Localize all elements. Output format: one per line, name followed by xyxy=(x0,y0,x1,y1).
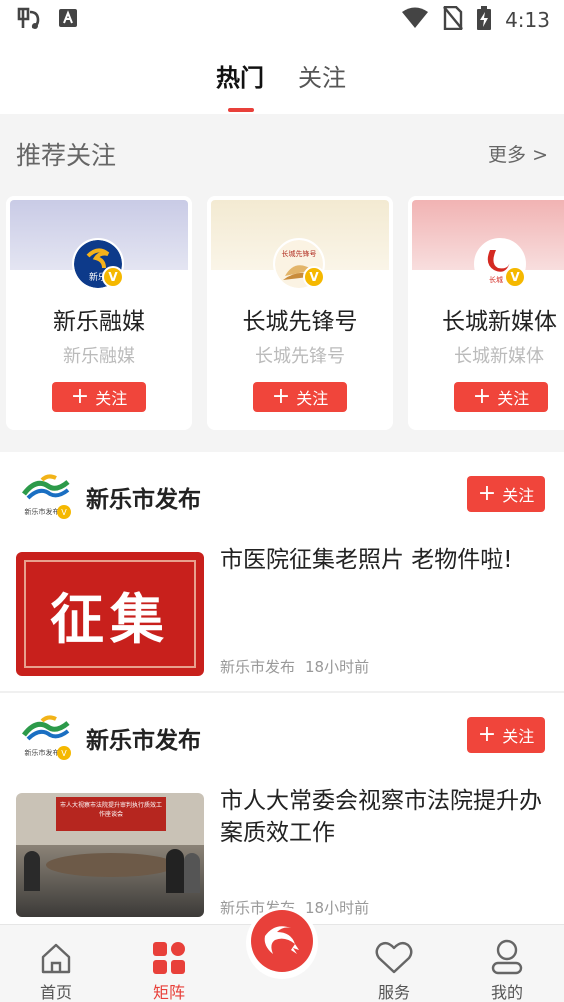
tab-hot[interactable]: 热门 xyxy=(216,58,264,93)
status-time: 4:13 xyxy=(505,8,550,32)
nav-center[interactable] xyxy=(246,907,318,979)
follow-label: 关注 xyxy=(502,727,535,746)
plus-icon: + xyxy=(477,722,497,747)
nav-service[interactable]: 服务 xyxy=(354,933,434,1002)
nav-matrix[interactable]: 矩阵 xyxy=(129,933,209,1002)
follow-button[interactable]: + 关注 xyxy=(454,382,548,412)
app-notification-icon xyxy=(16,6,42,34)
source-name[interactable]: 新乐市发布 xyxy=(86,480,201,514)
svg-text:V: V xyxy=(61,508,67,517)
status-bar: 4:13 xyxy=(0,0,564,40)
svg-text:长城先锋号: 长城先锋号 xyxy=(282,249,317,258)
source-logo: 新乐市发布 V xyxy=(22,713,72,760)
tab-follow[interactable]: 关注 xyxy=(298,58,346,93)
nav-label: 我的 xyxy=(490,983,523,1002)
accessibility-icon xyxy=(58,8,78,32)
follow-button[interactable]: + 关注 xyxy=(467,717,545,753)
nav-home[interactable]: 首页 xyxy=(16,933,96,1002)
center-logo-icon xyxy=(251,910,313,976)
follow-button[interactable]: + 关注 xyxy=(467,476,545,512)
recommend-card[interactable]: 新乐 V 新乐融媒 新乐融媒 + 关注 xyxy=(6,196,192,430)
plus-icon: + xyxy=(477,481,497,506)
follow-button[interactable]: + 关注 xyxy=(52,382,146,412)
battery-charging-icon xyxy=(477,6,492,34)
article-thumbnail[interactable]: 市人大视察市法院提升审判执行质效工作座谈会 xyxy=(16,793,204,917)
recommend-card[interactable]: 长城 V 长城新媒体 长城新媒体 + 关注 xyxy=(408,196,564,430)
source-name[interactable]: 新乐市发布 xyxy=(86,721,201,755)
home-icon xyxy=(16,933,96,975)
thumbnail-text: 征集 xyxy=(50,586,170,651)
verified-badge: V xyxy=(504,266,526,288)
bottom-nav: 首页 矩阵 服务 我的 xyxy=(0,907,564,1002)
recommend-section: 推荐关注 更多 > 新乐 V 新乐融媒 新乐融媒 + 关注 长城先锋号 V 长城… xyxy=(0,114,564,452)
meta-time: 18小时前 xyxy=(305,658,370,676)
article-headline[interactable]: 市医院征集老照片 老物件啦! xyxy=(220,544,550,576)
follow-label: 关注 xyxy=(296,389,329,408)
tab-indicator xyxy=(228,108,254,112)
svg-text:长城: 长城 xyxy=(489,275,503,284)
more-link[interactable]: 更多 > xyxy=(488,140,548,167)
card-name: 新乐融媒 xyxy=(53,309,145,335)
meta-source: 新乐市发布 xyxy=(220,658,296,676)
follow-button[interactable]: + 关注 xyxy=(253,382,347,412)
plus-icon: + xyxy=(70,384,90,409)
article-meta: 新乐市发布 18小时前 xyxy=(220,656,369,677)
nav-label: 首页 xyxy=(39,983,72,1002)
svg-text:新乐市发布: 新乐市发布 xyxy=(25,748,60,757)
card-name: 长城先锋号 xyxy=(242,309,358,335)
card-subtitle: 新乐融媒 xyxy=(63,346,135,367)
recommend-card[interactable]: 长城先锋号 V 长城先锋号 长城先锋号 + 关注 xyxy=(207,196,393,430)
source-logo: 新乐市发布 V xyxy=(22,472,72,519)
nav-profile[interactable]: 我的 xyxy=(467,933,547,1002)
profile-icon xyxy=(467,933,547,975)
follow-label: 关注 xyxy=(502,486,535,505)
article-headline[interactable]: 市人大常委会视察市法院提升办案质效工作 xyxy=(220,785,550,849)
svg-text:新乐市发布: 新乐市发布 xyxy=(25,507,60,516)
card-subtitle: 长城新媒体 xyxy=(454,346,544,367)
recommend-title: 推荐关注 xyxy=(16,141,117,170)
meta-time: 18小时前 xyxy=(305,899,370,917)
card-subtitle: 长城先锋号 xyxy=(255,346,345,367)
heart-icon xyxy=(354,933,434,975)
article-thumbnail[interactable]: 征集 xyxy=(16,552,204,676)
verified-badge: V xyxy=(303,266,325,288)
verified-badge: V xyxy=(102,266,124,288)
top-tabs: 热门 关注 xyxy=(0,40,564,114)
follow-label: 关注 xyxy=(95,389,128,408)
nav-label: 服务 xyxy=(377,983,410,1002)
no-sim-icon xyxy=(443,5,464,34)
follow-label: 关注 xyxy=(497,389,530,408)
nav-label: 矩阵 xyxy=(152,983,185,1002)
grid-icon xyxy=(129,933,209,975)
wifi-icon xyxy=(401,7,429,33)
plus-icon: + xyxy=(271,384,291,409)
svg-text:V: V xyxy=(61,749,67,758)
thumbnail-banner: 市人大视察市法院提升审判执行质效工作座谈会 xyxy=(56,797,166,831)
plus-icon: + xyxy=(472,384,492,409)
feed-item[interactable]: 新乐市发布 V 新乐市发布 + 关注 市人大视察市法院提升审判执行质效工作座谈会 … xyxy=(0,693,564,924)
feed-item[interactable]: 新乐市发布 V 新乐市发布 + 关注 征集 市医院征集老照片 老物件啦! 新乐市发… xyxy=(0,452,564,692)
card-name: 长城新媒体 xyxy=(442,309,557,335)
